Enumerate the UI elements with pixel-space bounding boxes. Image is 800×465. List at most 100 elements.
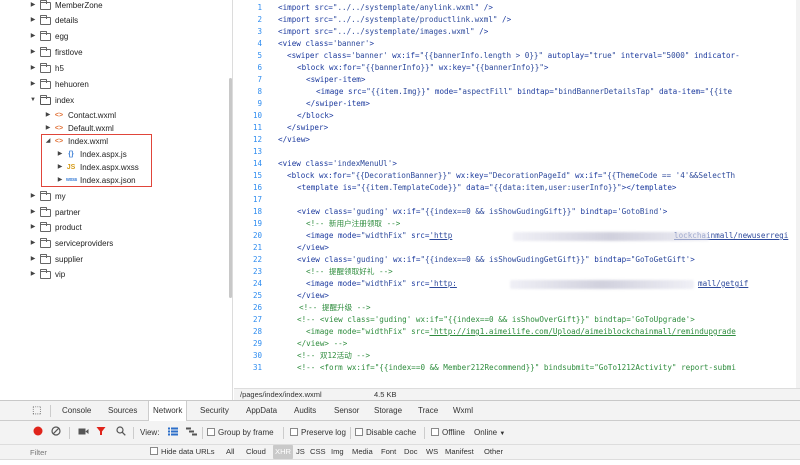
tab-audits[interactable]: Audits (294, 401, 316, 421)
code-line[interactable]: </swiper> (287, 122, 328, 134)
tree-folder-egg[interactable]: ▶ egg (29, 29, 68, 44)
tree-folder-index[interactable]: ▼ index (29, 93, 74, 108)
inspect-element-icon[interactable]: ⬚ (32, 401, 41, 421)
code-line[interactable]: <block wx:for="{{bannerInfo}}" wx:key="{… (297, 62, 548, 74)
code-line[interactable]: <image mode="widthFix" src='http: mall/ge… (306, 278, 748, 290)
code-line[interactable]: <view class='guding' wx:if="{{index==0 &… (297, 206, 667, 218)
code-line[interactable]: <view class='indexMenuUl'> (278, 158, 397, 170)
code-line[interactable]: <!-- 提醒升级 --> (299, 302, 371, 314)
filter-type-font[interactable]: Font (381, 445, 396, 459)
tab-security[interactable]: Security (200, 401, 229, 421)
collapsed-arrow-icon[interactable]: ▶ (29, 205, 37, 220)
offline-checkbox[interactable]: Offline (431, 421, 465, 445)
capture-screenshots-button[interactable] (78, 421, 89, 445)
tree-folder-h5[interactable]: ▶ h5 (29, 61, 64, 76)
tree-folder-serviceproviders[interactable]: ▶ serviceproviders (29, 236, 113, 251)
code-line[interactable]: <template is="{{item.TemplateCode}}" dat… (297, 182, 677, 194)
code-line[interactable]: <image mode="widthFix" src='http lockchai… (306, 230, 788, 242)
tab-storage[interactable]: Storage (374, 401, 402, 421)
filter-input[interactable] (30, 446, 140, 458)
code-link[interactable]: 'http: (429, 279, 456, 288)
code-line[interactable]: <swiper-item> (306, 74, 365, 86)
tab-appdata[interactable]: AppData (246, 401, 277, 421)
editor-scrollbar[interactable] (796, 0, 800, 388)
tree-scrollbar[interactable] (229, 78, 232, 298)
waterfall-overview-button[interactable] (186, 421, 197, 445)
checkbox-icon[interactable] (431, 428, 439, 436)
code-editor[interactable]: 1 2 3 4 5 6 7 8 9 10 11 12 13 14 15 16 17 18 19 20 21 22 23 24 2… (234, 0, 800, 388)
filter-type-css[interactable]: CSS (310, 445, 326, 459)
code-link[interactable]: 'http (429, 231, 452, 240)
code-line[interactable]: <import src="../../systemplate/productli… (278, 14, 511, 26)
tab-network[interactable]: Network (148, 401, 188, 422)
network-request-list[interactable] (0, 459, 800, 465)
code-line[interactable]: <!-- <form wx:if="{{index==0 && Member21… (297, 362, 736, 374)
collapsed-arrow-icon[interactable]: ▶ (29, 29, 37, 44)
collapsed-arrow-icon[interactable]: ▶ (29, 252, 37, 267)
code-line[interactable]: <import src="../../systemplate/images.wx… (278, 26, 488, 38)
checkbox-icon[interactable] (150, 447, 158, 455)
code-line[interactable]: <!-- 提醒领取好礼 --> (306, 266, 393, 278)
collapsed-arrow-icon[interactable]: ▶ (29, 45, 37, 60)
code-line[interactable]: </view> (297, 242, 329, 254)
code-line[interactable]: <swiper class='banner' wx:if="{{bannerIn… (287, 50, 740, 62)
filter-type-other[interactable]: Other (484, 445, 503, 459)
filter-type-doc[interactable]: Doc (404, 445, 418, 459)
code-link[interactable]: mall/getgif (698, 278, 748, 290)
filter-type-cloud[interactable]: Cloud (246, 445, 266, 459)
tree-folder-details[interactable]: ▶ details (29, 13, 78, 28)
code-line[interactable]: <view class='guding' wx:if="{{index==0 &… (297, 254, 695, 266)
checkbox-icon[interactable] (290, 428, 298, 436)
tree-folder-supplier[interactable]: ▶ supplier (29, 252, 83, 267)
code-line[interactable]: <image mode="widthFix" src='http://img1.… (306, 326, 736, 338)
collapsed-arrow-icon[interactable]: ▶ (29, 0, 37, 13)
code-line[interactable]: <view class='banner'> (278, 38, 374, 50)
tab-wxml[interactable]: Wxml (453, 401, 473, 421)
tree-folder-hehuoren[interactable]: ▶ hehuoren (29, 77, 89, 92)
filter-type-ws[interactable]: WS (426, 445, 438, 459)
collapsed-arrow-icon[interactable]: ▶ (29, 236, 37, 251)
checkbox-icon[interactable] (355, 428, 363, 436)
filter-type-all[interactable]: All (226, 445, 234, 459)
code-line[interactable]: <image src="{{item.Img}}" mode="aspectFi… (316, 86, 732, 98)
code-area[interactable]: <import src="../../systemplate/anylink.w… (278, 0, 800, 388)
code-line[interactable]: </view> (278, 134, 310, 146)
tab-sources[interactable]: Sources (108, 401, 137, 421)
collapsed-arrow-icon[interactable]: ▶ (29, 61, 37, 76)
tree-folder-firstlove[interactable]: ▶ firstlove (29, 45, 83, 60)
code-line[interactable]: <!-- <view class='guding' wx:if="{{index… (297, 314, 695, 326)
filter-type-xhr[interactable]: XHR (273, 445, 294, 459)
collapsed-arrow-icon[interactable]: ▶ (29, 267, 37, 282)
code-line[interactable]: </view> --> (297, 338, 347, 350)
collapsed-arrow-icon[interactable]: ▶ (29, 13, 37, 28)
filter-toggle-button[interactable] (96, 421, 106, 445)
tab-sensor[interactable]: Sensor (334, 401, 359, 421)
tree-folder-product[interactable]: ▶ product (29, 220, 82, 235)
record-button[interactable] (33, 421, 43, 445)
filter-type-img[interactable]: Img (331, 445, 344, 459)
collapsed-arrow-icon[interactable]: ▶ (29, 220, 37, 235)
hide-data-urls-checkbox[interactable]: Hide data URLs (150, 445, 215, 459)
collapsed-arrow-icon[interactable]: ▶ (29, 77, 37, 92)
clear-button[interactable] (51, 421, 61, 445)
tab-console[interactable]: Console (62, 401, 91, 421)
collapsed-arrow-icon[interactable]: ▶ (29, 189, 37, 204)
tree-folder-partner[interactable]: ▶ partner (29, 205, 80, 220)
code-line[interactable]: </swiper-item> (306, 98, 370, 110)
expanded-arrow-icon[interactable]: ▼ (29, 93, 37, 108)
filter-type-js[interactable]: JS (296, 445, 305, 459)
filter-type-media[interactable]: Media (352, 445, 373, 459)
code-line[interactable]: </view> (297, 290, 329, 302)
preserve-log-checkbox[interactable]: Preserve log (290, 421, 346, 445)
code-line[interactable]: <import src="../../systemplate/anylink.w… (278, 2, 493, 14)
filter-type-manifest[interactable]: Manifest (445, 445, 474, 459)
code-line[interactable]: <block wx:for="{{DecorationBanner}}" wx:… (287, 170, 735, 182)
tab-trace[interactable]: Trace (418, 401, 438, 421)
large-rows-button[interactable] (168, 421, 178, 445)
throttling-select[interactable]: Online ▼ (474, 421, 505, 445)
code-line[interactable]: </block> (297, 110, 334, 122)
disable-cache-checkbox[interactable]: Disable cache (355, 421, 416, 445)
code-line[interactable]: <!-- 新用户注册领取 --> (306, 218, 400, 230)
tree-folder-memberzone[interactable]: ▶ MemberZone (29, 0, 103, 13)
checkbox-icon[interactable] (207, 428, 215, 436)
